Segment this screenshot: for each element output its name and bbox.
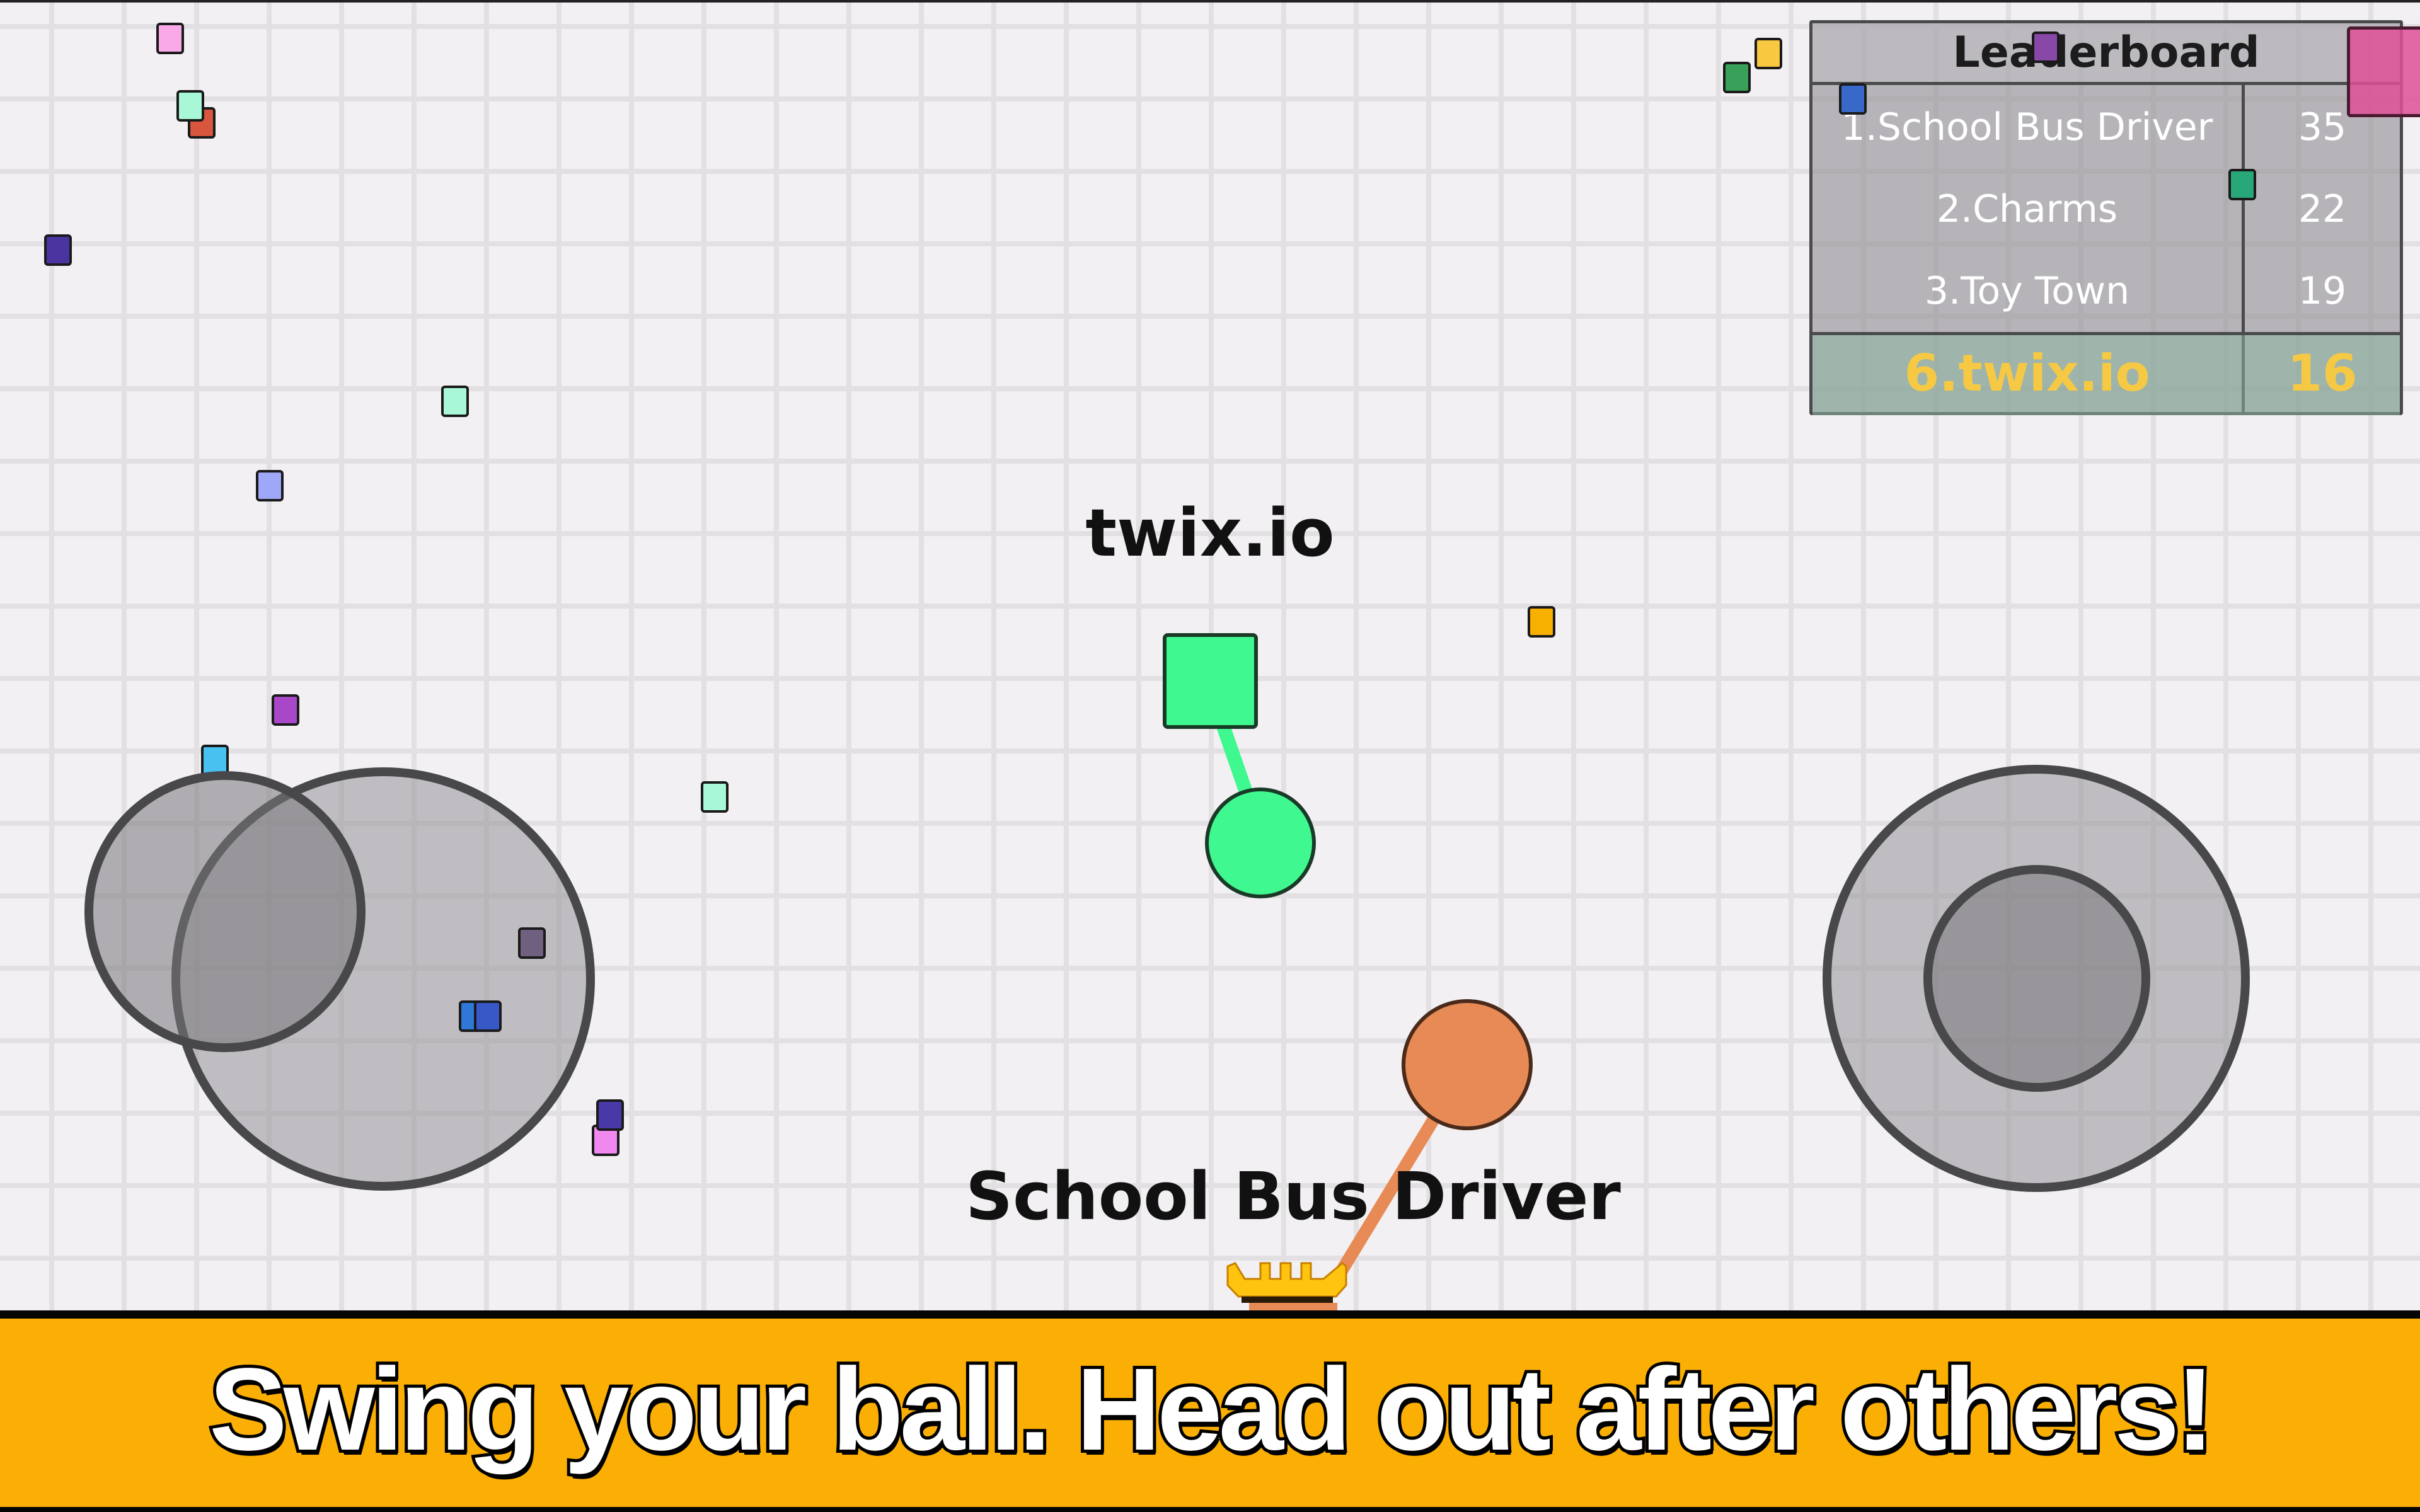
leaderboard-row: 3.Toy Town 19: [1812, 250, 2400, 332]
leaderboard-name: 2.Charms: [1936, 187, 2118, 231]
leaderboard-self-score: 16: [2287, 344, 2358, 403]
leaderboard: Leaderboard 1.School Bus Driver 35 2.Cha…: [1809, 20, 2403, 415]
leaderboard-score: 22: [2298, 187, 2347, 231]
leaderboard-self-row: 6.twix.io 16: [1812, 332, 2400, 415]
leaderboard-score: 19: [2298, 269, 2347, 313]
leaderboard-name: 1.School Bus Driver: [1841, 105, 2213, 149]
leaderboard-name: 3.Toy Town: [1924, 269, 2130, 313]
leaderboard-row: 1.School Bus Driver 35: [1812, 86, 2400, 168]
player-leader-ball: [1402, 999, 1533, 1130]
game-canvas[interactable]: twix.io School Bus Driver Leaderboard 1.…: [0, 0, 2420, 1512]
player-name-leader: School Bus Driver: [965, 1158, 1621, 1235]
promo-banner: Swing your ball. Head out after others!: [0, 1310, 2420, 1512]
food-pellet: [1839, 83, 1867, 115]
leaderboard-title: Leaderboard: [1812, 23, 2400, 85]
enemy-player-body: [2347, 26, 2420, 117]
leaderboard-row: 2.Charms 22: [1812, 168, 2400, 250]
food-pellet: [2032, 32, 2060, 63]
crown-icon: [1226, 1262, 1347, 1303]
leaderboard-self-name: 6.twix.io: [1904, 344, 2150, 403]
banner-text: Swing your ball. Head out after others!: [206, 1341, 2218, 1478]
food-pellet: [2228, 169, 2256, 200]
